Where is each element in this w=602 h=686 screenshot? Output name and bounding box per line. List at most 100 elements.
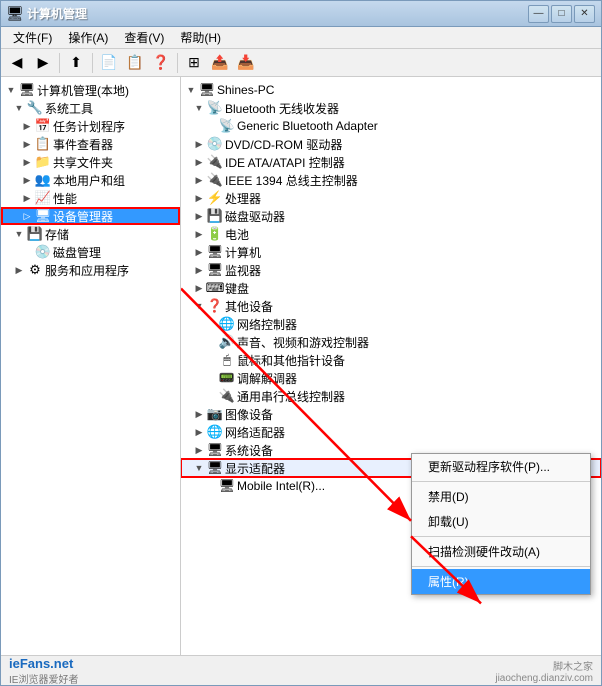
expand-storage[interactable]: ▼ [13, 228, 25, 240]
expand-dev-mgr[interactable]: ▷ [21, 210, 33, 222]
minimize-button[interactable]: — [528, 5, 549, 23]
tree-item-shared[interactable]: ▶ 📁 共享文件夹 [1, 153, 180, 171]
properties-button[interactable]: 📋 [123, 52, 147, 74]
expand-monitor[interactable]: ▶ [193, 264, 205, 276]
tree-item-root[interactable]: ▼ 🖥 计算机管理(本地) [1, 81, 180, 99]
maximize-button[interactable]: □ [551, 5, 572, 23]
label-keyboard: 键盘 [225, 280, 249, 297]
import-button[interactable]: 📥 [234, 52, 258, 74]
tree-item-dev-mgr[interactable]: ▷ 🖥 设备管理器 [1, 207, 180, 225]
expand-cpu[interactable]: ▶ [193, 192, 205, 204]
expand-bt[interactable]: ▼ [193, 102, 205, 114]
expand-other[interactable]: ▼ [193, 300, 205, 312]
right-tree-keyboard[interactable]: ▶ ⌨ 键盘 [181, 279, 601, 297]
expand-ide[interactable]: ▶ [193, 156, 205, 168]
menu-view[interactable]: 查看(V) [116, 27, 172, 48]
tree-item-storage[interactable]: ▼ 💾 存储 [1, 225, 180, 243]
right-tree-pc[interactable]: ▼ 🖥 Shines-PC [181, 81, 601, 99]
right-tree-monitor[interactable]: ▶ 🖥 监视器 [181, 261, 601, 279]
expand-imaging[interactable]: ▶ [193, 408, 205, 420]
tree-item-perf[interactable]: ▶ 📈 性能 [1, 189, 180, 207]
label-audio: 声音、视频和游戏控制器 [237, 334, 369, 351]
expand-display[interactable]: ▼ [193, 462, 205, 474]
ctx-update-driver[interactable]: 更新驱动程序软件(P)... [412, 454, 590, 479]
ctx-sep1 [412, 481, 590, 482]
right-tree-audio[interactable]: ▶ 🔊 声音、视频和游戏控制器 [181, 333, 601, 351]
menu-action[interactable]: 操作(A) [60, 27, 116, 48]
right-tree-mouse[interactable]: ▶ 🖱 鼠标和其他指针设备 [181, 351, 601, 369]
up-button[interactable]: ⬆ [64, 52, 88, 74]
expand-battery[interactable]: ▶ [193, 228, 205, 240]
expand-task[interactable]: ▶ [21, 120, 33, 132]
expand-shared[interactable]: ▶ [21, 156, 33, 168]
close-button[interactable]: ✕ [574, 5, 595, 23]
right-tree-net-ctrl[interactable]: ▶ 🌐 网络控制器 [181, 315, 601, 333]
right-tree-cpu[interactable]: ▶ ⚡ 处理器 [181, 189, 601, 207]
expand-root[interactable]: ▼ [5, 84, 17, 96]
expand-svc-apps[interactable]: ▶ [13, 264, 25, 276]
label-users: 本地用户和组 [53, 172, 125, 189]
expand-pc[interactable]: ▼ [185, 84, 197, 96]
tree-item-svc-apps[interactable]: ▶ ⚙ 服务和应用程序 [1, 261, 180, 279]
tree-item-task-sched[interactable]: ▶ 📅 任务计划程序 [1, 117, 180, 135]
watermark-right: 脚木之家 jiaocheng.dianziv.com [495, 658, 593, 684]
export-button[interactable]: 📤 [208, 52, 232, 74]
expand-computer[interactable]: ▶ [193, 246, 205, 258]
expand-perf[interactable]: ▶ [21, 192, 33, 204]
tree-item-event[interactable]: ▶ 📋 事件查看器 [1, 135, 180, 153]
right-tree-net-adapter[interactable]: ▶ 🌐 网络适配器 [181, 423, 601, 441]
help-button[interactable]: ❓ [149, 52, 173, 74]
icon-net-ctrl: 🌐 [219, 316, 235, 332]
right-tree-computer[interactable]: ▶ 🖥 计算机 [181, 243, 601, 261]
label-ide: IDE ATA/ATAPI 控制器 [225, 154, 345, 171]
tree-item-local-users[interactable]: ▶ 👥 本地用户和组 [1, 171, 180, 189]
expand-disk[interactable]: ▶ [193, 210, 205, 222]
right-tree-dvd[interactable]: ▶ 💿 DVD/CD-ROM 驱动器 [181, 135, 601, 153]
right-tree-other[interactable]: ▼ ❓ 其他设备 [181, 297, 601, 315]
show-hide-button[interactable]: 📄 [97, 52, 121, 74]
label-task: 任务计划程序 [53, 118, 125, 135]
menu-help[interactable]: 帮助(H) [172, 27, 229, 48]
left-panel: ▼ 🖥 计算机管理(本地) ▼ 🔧 系统工具 ▶ 📅 任务计划程序 [1, 77, 181, 655]
title-bar-text: 计算机管理 [27, 5, 528, 22]
icon-imaging: 📷 [207, 406, 223, 422]
main-window: 🖥 计算机管理 — □ ✕ 文件(F) 操作(A) 查看(V) 帮助(H) ◀ … [0, 0, 602, 686]
right-tree-imaging[interactable]: ▶ 📷 图像设备 [181, 405, 601, 423]
right-tree-usb[interactable]: ▶ 🔌 通用串行总线控制器 [181, 387, 601, 405]
right-tree-ieee[interactable]: ▶ 🔌 IEEE 1394 总线主控制器 [181, 171, 601, 189]
icon-ide: 🔌 [207, 154, 223, 170]
views-button[interactable]: ⊞ [182, 52, 206, 74]
expand-dvd[interactable]: ▶ [193, 138, 205, 150]
toolbar: ◀ ▶ ⬆ 📄 📋 ❓ ⊞ 📤 📥 [1, 49, 601, 77]
expand-keyboard[interactable]: ▶ [193, 282, 205, 294]
forward-button[interactable]: ▶ [31, 52, 55, 74]
right-tree-bt[interactable]: ▼ 📡 Bluetooth 无线收发器 [181, 99, 601, 117]
expand-sys-tools[interactable]: ▼ [13, 102, 25, 114]
ctx-scan[interactable]: 扫描检测硬件改动(A) [412, 539, 590, 564]
ctx-disable[interactable]: 禁用(D) [412, 484, 590, 509]
back-button[interactable]: ◀ [5, 52, 29, 74]
right-tree-battery[interactable]: ▶ 🔋 电池 [181, 225, 601, 243]
tree-item-sys-tools[interactable]: ▼ 🔧 系统工具 [1, 99, 180, 117]
expand-net-adapter[interactable]: ▶ [193, 426, 205, 438]
site-name: ieFans.net [9, 656, 78, 671]
icon-sys-tools: 🔧 [27, 100, 43, 116]
expand-ieee[interactable]: ▶ [193, 174, 205, 186]
expand-users[interactable]: ▶ [21, 174, 33, 186]
tree-item-disk-mgr[interactable]: ▶ 💿 磁盘管理 [1, 243, 180, 261]
expand-event[interactable]: ▶ [21, 138, 33, 150]
ctx-properties[interactable]: 属性(R) [412, 569, 590, 594]
menu-file[interactable]: 文件(F) [5, 27, 60, 48]
right-tree-disk[interactable]: ▶ 💾 磁盘驱动器 [181, 207, 601, 225]
right-tree-modem[interactable]: ▶ 📟 调解解调器 [181, 369, 601, 387]
label-usb: 通用串行总线控制器 [237, 388, 345, 405]
bottom-bar: ieFans.net IE浏览器爱好者 脚木之家 jiaocheng.dianz… [1, 655, 601, 685]
expand-sys-dev[interactable]: ▶ [193, 444, 205, 456]
right-tree-bt-adapter[interactable]: ▶ 📡 Generic Bluetooth Adapter [181, 117, 601, 135]
icon-ieee: 🔌 [207, 172, 223, 188]
right-tree-ide[interactable]: ▶ 🔌 IDE ATA/ATAPI 控制器 [181, 153, 601, 171]
ctx-uninstall[interactable]: 卸载(U) [412, 509, 590, 534]
icon-event: 📋 [35, 136, 51, 152]
label-bt-adapter: Generic Bluetooth Adapter [237, 119, 378, 133]
toolbar-separator3 [177, 53, 178, 73]
